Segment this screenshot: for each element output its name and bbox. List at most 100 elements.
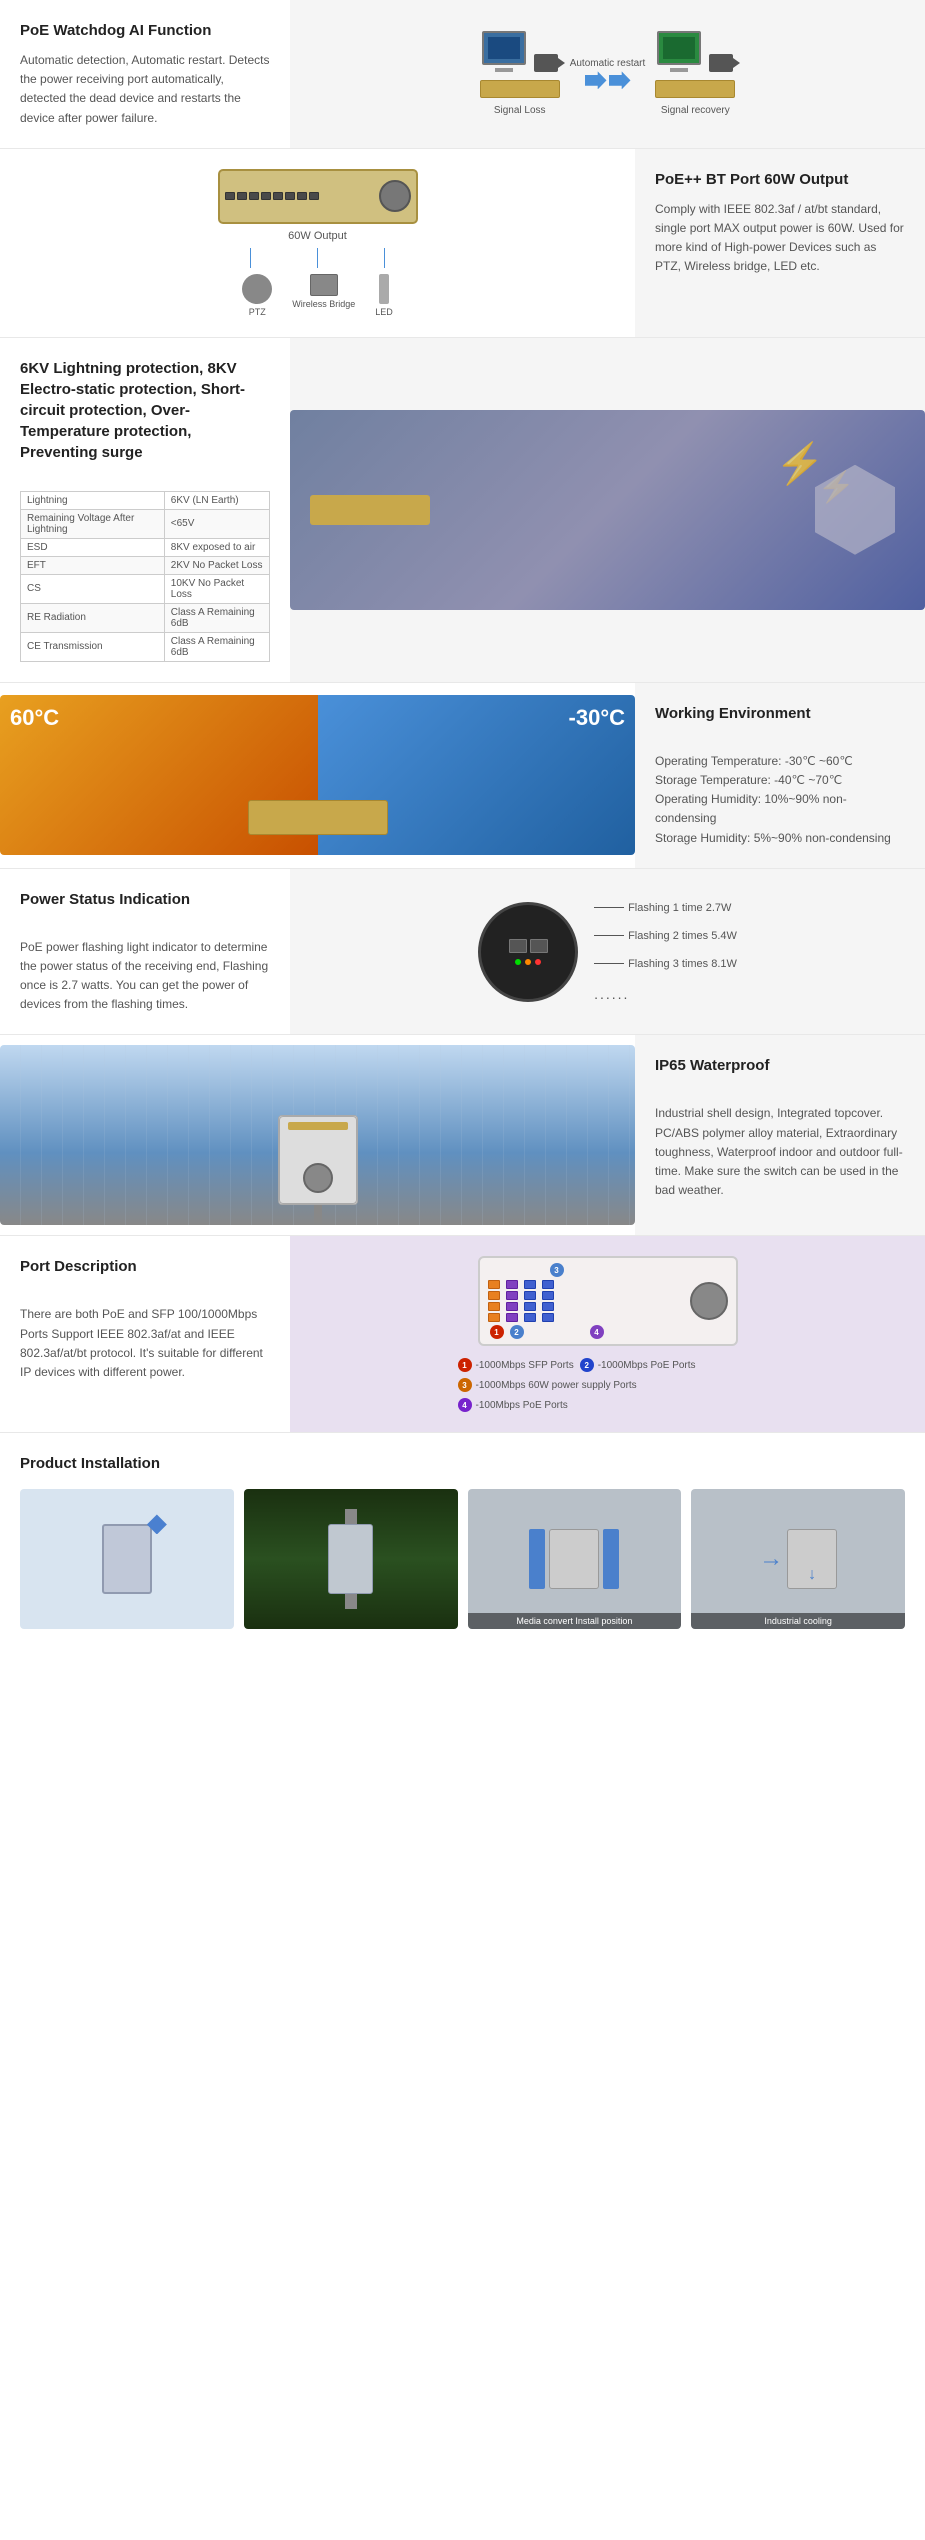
poe-bt-text: PoE++ BT Port 60W Output Comply with IEE… [635, 149, 925, 337]
sfp-ports-label: 1 -1000Mbps SFP Ports [458, 1358, 574, 1372]
table-row: CS 10KV No Packet Loss [21, 574, 270, 603]
ip65-desc: Industrial shell design, Integrated topc… [655, 1104, 905, 1200]
install-image-3: Media convert Install position [468, 1489, 682, 1629]
bridge-device: Wireless Bridge [292, 274, 355, 309]
poe-bt-diagram: 60W Output PTZ Wireless Bridge [0, 149, 635, 337]
table-cell: 6KV (LN Earth) [164, 491, 269, 509]
poe-label-circle: 2 [580, 1358, 594, 1372]
switch-body [218, 169, 418, 224]
power-status-left: Power Status Indication PoE power flashi… [0, 869, 290, 1035]
signal-recovery-group: Signal recovery [655, 31, 735, 116]
ip65-text: IP65 Waterproof Industrial shell design,… [635, 1035, 925, 1235]
poe-ports-label: 2 -1000Mbps PoE Ports [580, 1358, 696, 1372]
restart-arrows: Automatic restart [570, 58, 646, 89]
table-cell: EFT [21, 556, 165, 574]
output-label: 60W Output [288, 230, 347, 242]
rj45-port [530, 939, 548, 953]
table-cell: ESD [21, 538, 165, 556]
rj45-ports [509, 939, 548, 953]
table-cell: Lightning [21, 491, 165, 509]
blue-ports [524, 1280, 536, 1322]
temp-switch-overlay [248, 800, 388, 835]
fan-icon [379, 180, 411, 212]
protection-left: 6KV Lightning protection, 8KV Electro-st… [0, 338, 290, 682]
port-desc-section: Port Description There are both PoE and … [0, 1236, 925, 1433]
signal-loss-label: Signal Loss [494, 105, 546, 116]
table-row: CE Transmission Class A Remaining 6dB [21, 632, 270, 661]
table-row: RE Radiation Class A Remaining 6dB [21, 603, 270, 632]
led-device: LED [375, 274, 393, 317]
power-label-circle: 3 [458, 1378, 472, 1392]
install-caption-3: Media convert Install position [468, 1613, 682, 1629]
port-desc-left: Port Description There are both PoE and … [0, 1236, 290, 1432]
protection-image: ⚡ ⚡ [290, 338, 925, 682]
env-text: Working Environment Operating Temperatur… [635, 683, 925, 868]
flash-line-icon [594, 963, 624, 964]
port-visual: 60W Output PTZ Wireless Bridge [218, 169, 418, 317]
install-image-4: → ↓ Industrial cooling [691, 1489, 905, 1629]
protection-section: 6KV Lightning protection, 8KV Electro-st… [0, 338, 925, 683]
table-cell: Class A Remaining 6dB [164, 603, 269, 632]
ptz-device: PTZ [242, 274, 272, 317]
env-desc: Operating Temperature: -30℃ ~60℃ Storage… [655, 752, 905, 848]
table-cell: 2KV No Packet Loss [164, 556, 269, 574]
lightning-visual: ⚡ ⚡ [290, 410, 925, 610]
power-status-title: Power Status Indication [20, 889, 270, 910]
signal-recovery-label: Signal recovery [661, 105, 730, 116]
install-caption-4: Industrial cooling [691, 1613, 905, 1629]
power-status-section: Power Status Indication PoE power flashi… [0, 869, 925, 1036]
ip65-image [0, 1035, 635, 1235]
flash-line-icon [594, 907, 624, 908]
protection-table: Lightning 6KV (LN Earth) Remaining Volta… [20, 491, 270, 662]
auto-restart-label: Automatic restart [570, 58, 646, 69]
table-cell: Class A Remaining 6dB [164, 632, 269, 661]
watchdog-section: PoE Watchdog AI Function Automatic detec… [0, 0, 925, 149]
100mbps-ports-label: 4 -100Mbps PoE Ports [458, 1398, 568, 1412]
flash-line-icon [594, 935, 624, 936]
protection-title: 6KV Lightning protection, 8KV Electro-st… [20, 358, 270, 463]
100mbps-label-circle: 4 [458, 1398, 472, 1412]
temp-visual: 60°C -30°C [0, 683, 635, 868]
more-blue-ports [542, 1280, 554, 1322]
poe-bt-title: PoE++ BT Port 60W Output [655, 169, 905, 190]
watchdog-visual: Signal Loss Automatic restart [470, 21, 746, 126]
port-desc-title: Port Description [20, 1256, 270, 1277]
flash-indicators: Flashing 1 time 2.7W Flashing 2 times 5.… [594, 902, 737, 1002]
port-desc-text: There are both PoE and SFP 100/1000Mbps … [20, 1305, 270, 1382]
led-orange-icon [525, 959, 531, 965]
rj45-port [509, 939, 527, 953]
installation-images: Media convert Install position → ↓ Indus… [20, 1489, 905, 1629]
table-cell: RE Radiation [21, 603, 165, 632]
poe-bt-section: PoE++ BT Port 60W Output Comply with IEE… [0, 149, 925, 338]
port-legend: 1 -1000Mbps SFP Ports 2 -1000Mbps PoE Po… [458, 1358, 758, 1412]
power-status-desc: PoE power flashing light indicator to de… [20, 938, 270, 1015]
watchdog-title: PoE Watchdog AI Function [20, 20, 270, 41]
table-row: ESD 8KV exposed to air [21, 538, 270, 556]
power-supply-label: 3 -1000Mbps 60W power supply Ports [458, 1378, 758, 1392]
table-cell: CS [21, 574, 165, 603]
port-circle-icon [478, 902, 578, 1002]
ip65-section: IP65 Waterproof Industrial shell design,… [0, 1035, 925, 1236]
temperature-display: 60°C -30°C [0, 695, 635, 855]
power-visual: Flashing 1 time 2.7W Flashing 2 times 5.… [468, 892, 747, 1012]
outdoor-visual [0, 1045, 635, 1225]
ip65-title: IP65 Waterproof [655, 1055, 905, 1076]
sfp-label-circle: 1 [458, 1358, 472, 1372]
led-red-icon [535, 959, 541, 965]
status-leds [515, 959, 541, 965]
more-dots: ...... [594, 986, 737, 1002]
watchdog-diagram: Signal Loss Automatic restart [290, 0, 925, 148]
install-image-1 [20, 1489, 234, 1629]
purple-ports [506, 1280, 518, 1322]
signal-loss-group: Signal Loss [480, 31, 560, 116]
switch-fan-icon [690, 1282, 728, 1320]
orange-ports [488, 1280, 500, 1322]
watchdog-desc: Automatic detection, Automatic restart. … [20, 51, 270, 128]
connected-devices: PTZ Wireless Bridge LED [242, 274, 393, 317]
table-cell: Remaining Voltage After Lightning [21, 509, 165, 538]
install-image-2 [244, 1489, 458, 1629]
outdoor-device-icon [278, 1115, 358, 1205]
flash-label-2: Flashing 2 times 5.4W [594, 930, 737, 942]
env-title: Working Environment [655, 703, 905, 724]
watchdog-left: PoE Watchdog AI Function Automatic detec… [0, 0, 290, 148]
